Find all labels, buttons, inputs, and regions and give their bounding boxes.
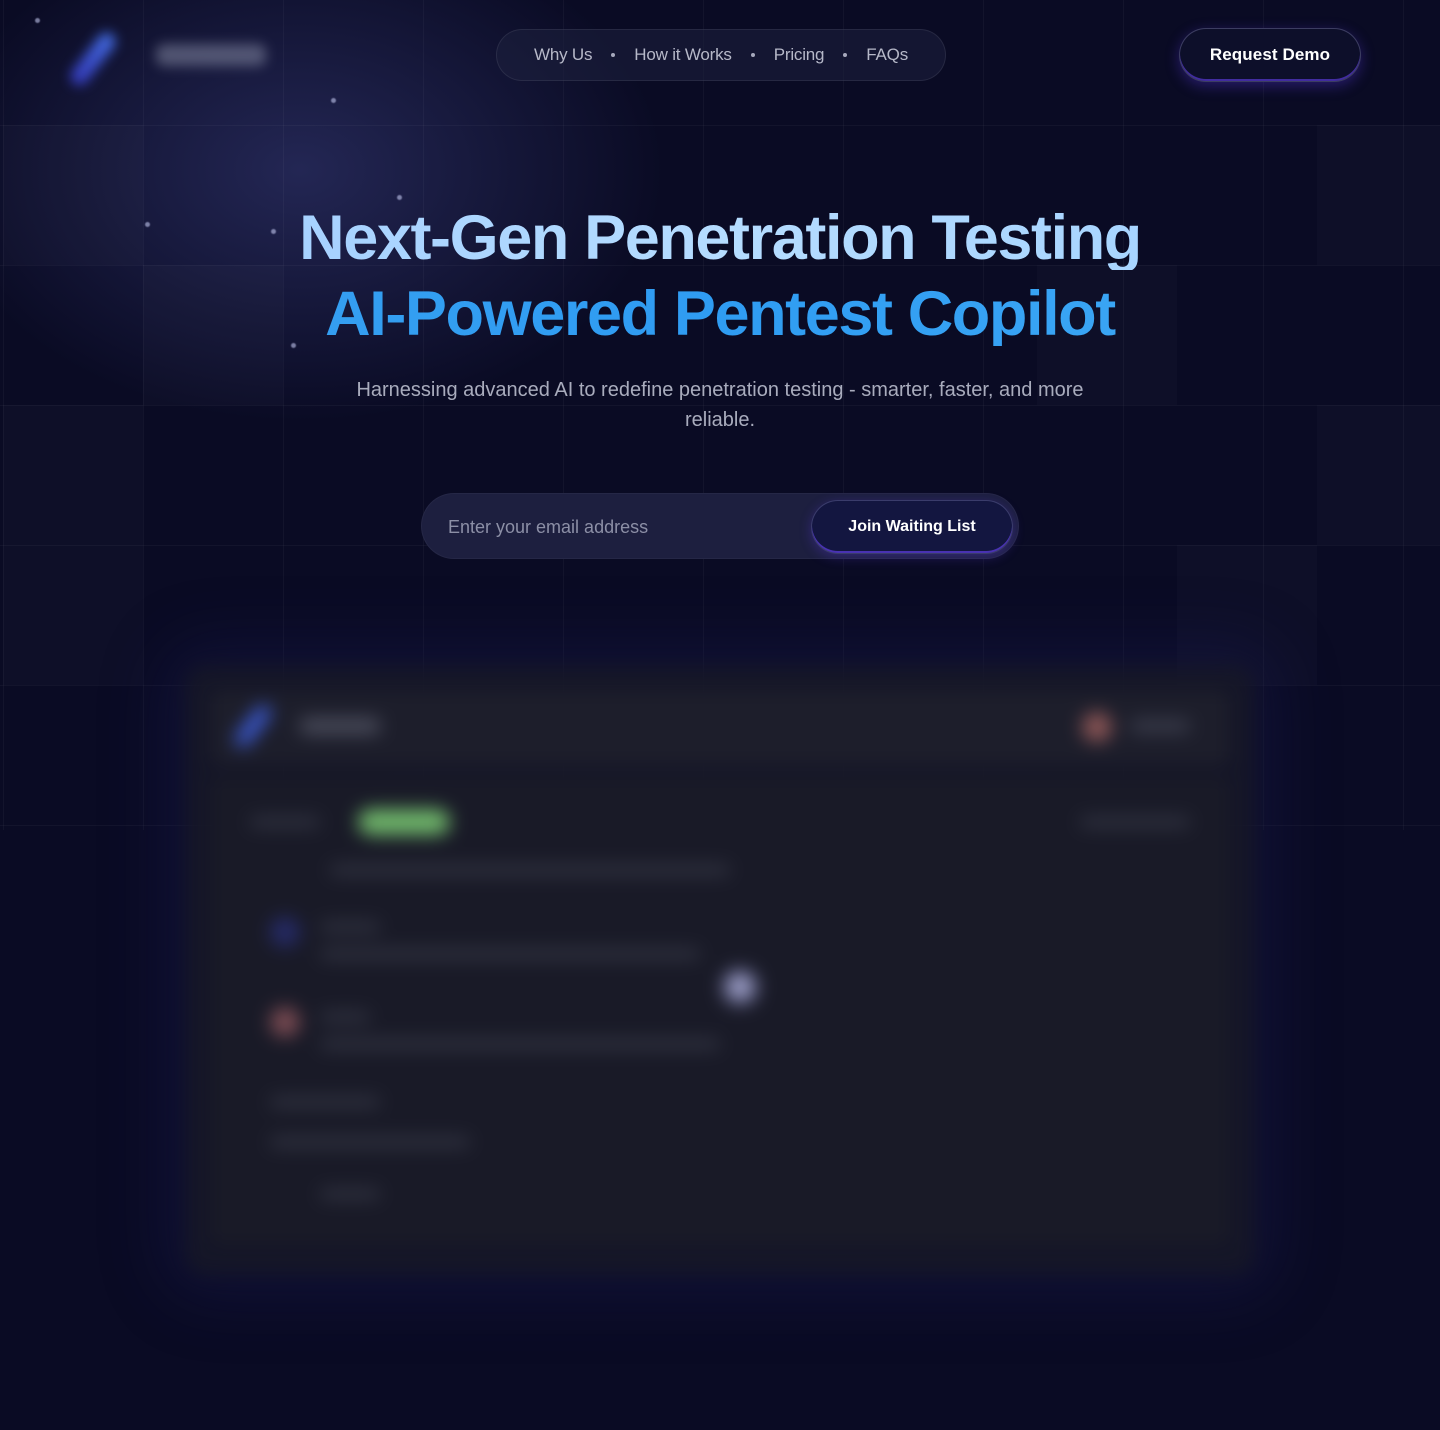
- star-dot: [35, 18, 40, 23]
- main-nav: Why Us How it Works Pricing FAQs: [496, 29, 946, 81]
- preview-text-line: [270, 1097, 380, 1107]
- preview-text-line: [320, 1189, 380, 1199]
- preview-text-line: [320, 1012, 370, 1022]
- preview-text-line: [330, 865, 730, 875]
- waitlist-form: Join Waiting List: [421, 493, 1019, 560]
- grid-tile: [1317, 405, 1440, 545]
- preview-text-line: [320, 1039, 720, 1049]
- nav-item-how-it-works[interactable]: How it Works: [634, 45, 732, 65]
- preview-text-line: [1080, 817, 1190, 827]
- preview-bot-avatar: [270, 917, 300, 947]
- preview-header: [210, 690, 1230, 765]
- preview-avatar: [1082, 712, 1112, 742]
- nav-item-faqs[interactable]: FAQs: [866, 45, 908, 65]
- preview-text-line: [320, 922, 380, 932]
- preview-logo-text: [300, 718, 380, 734]
- preview-status-tag: [358, 809, 450, 835]
- nav-item-why-us[interactable]: Why Us: [534, 45, 593, 65]
- grid-tile: [3, 545, 143, 685]
- request-demo-button[interactable]: Request Demo: [1179, 28, 1361, 82]
- preview-text-line: [250, 817, 320, 827]
- app-preview-screenshot: [185, 665, 1255, 1275]
- nav-item-pricing[interactable]: Pricing: [774, 45, 825, 65]
- join-waiting-list-button[interactable]: Join Waiting List: [811, 500, 1013, 554]
- star-dot: [331, 98, 336, 103]
- logo-mark-icon: [66, 29, 120, 89]
- preview-user-name: [1130, 720, 1190, 732]
- preview-user-avatar: [270, 1007, 300, 1037]
- hero-subtitle: Harnessing advanced AI to redefine penet…: [356, 379, 1084, 431]
- preview-body: [210, 777, 1230, 1245]
- star-dot: [397, 195, 402, 200]
- preview-logo-icon: [232, 702, 274, 750]
- nav-separator-dot: [750, 53, 755, 57]
- brand-logo-icon[interactable]: [66, 22, 282, 92]
- preview-text-line: [320, 949, 700, 959]
- preview-text-line: [270, 1137, 470, 1147]
- hero-title-line-1: Next-Gen Penetration Testing: [0, 207, 1440, 270]
- preview-cursor-glow: [720, 967, 760, 1007]
- grid-tile: [3, 405, 143, 545]
- nav-separator-dot: [611, 53, 616, 57]
- grid-tile: [1177, 545, 1317, 685]
- email-input[interactable]: [448, 494, 808, 560]
- nav-separator-dot: [843, 53, 848, 57]
- hero-title-line-2: AI-Powered Pentest Copilot: [0, 283, 1440, 346]
- logo-wordmark: [156, 44, 266, 66]
